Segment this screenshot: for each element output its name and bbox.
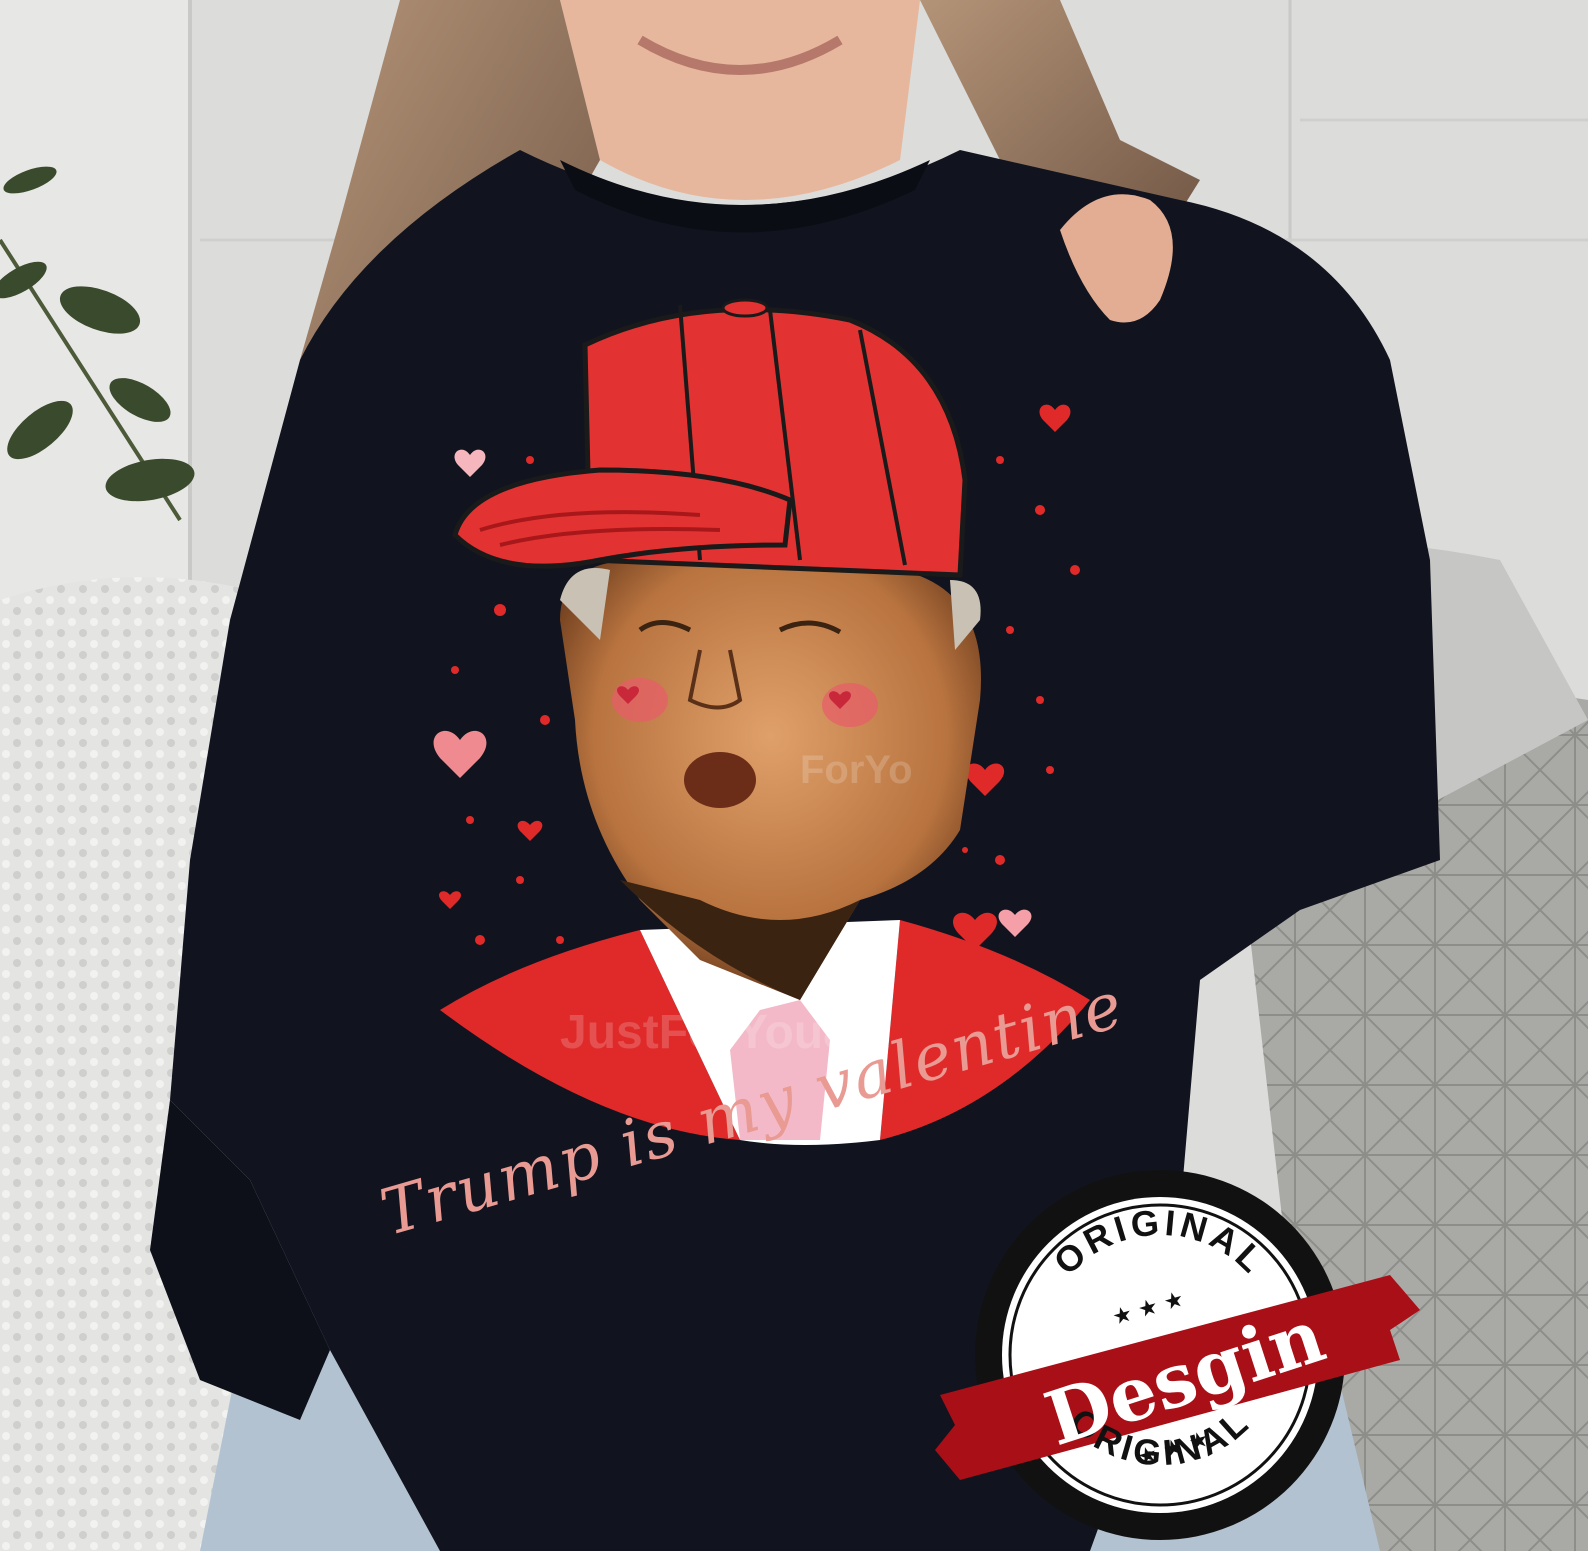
product-photo: ORIGINAL ORIGINAL ★ ★ ★ ★ ★ ★ [0, 0, 1588, 1551]
watermark-text-partial: ForYo [800, 748, 913, 792]
